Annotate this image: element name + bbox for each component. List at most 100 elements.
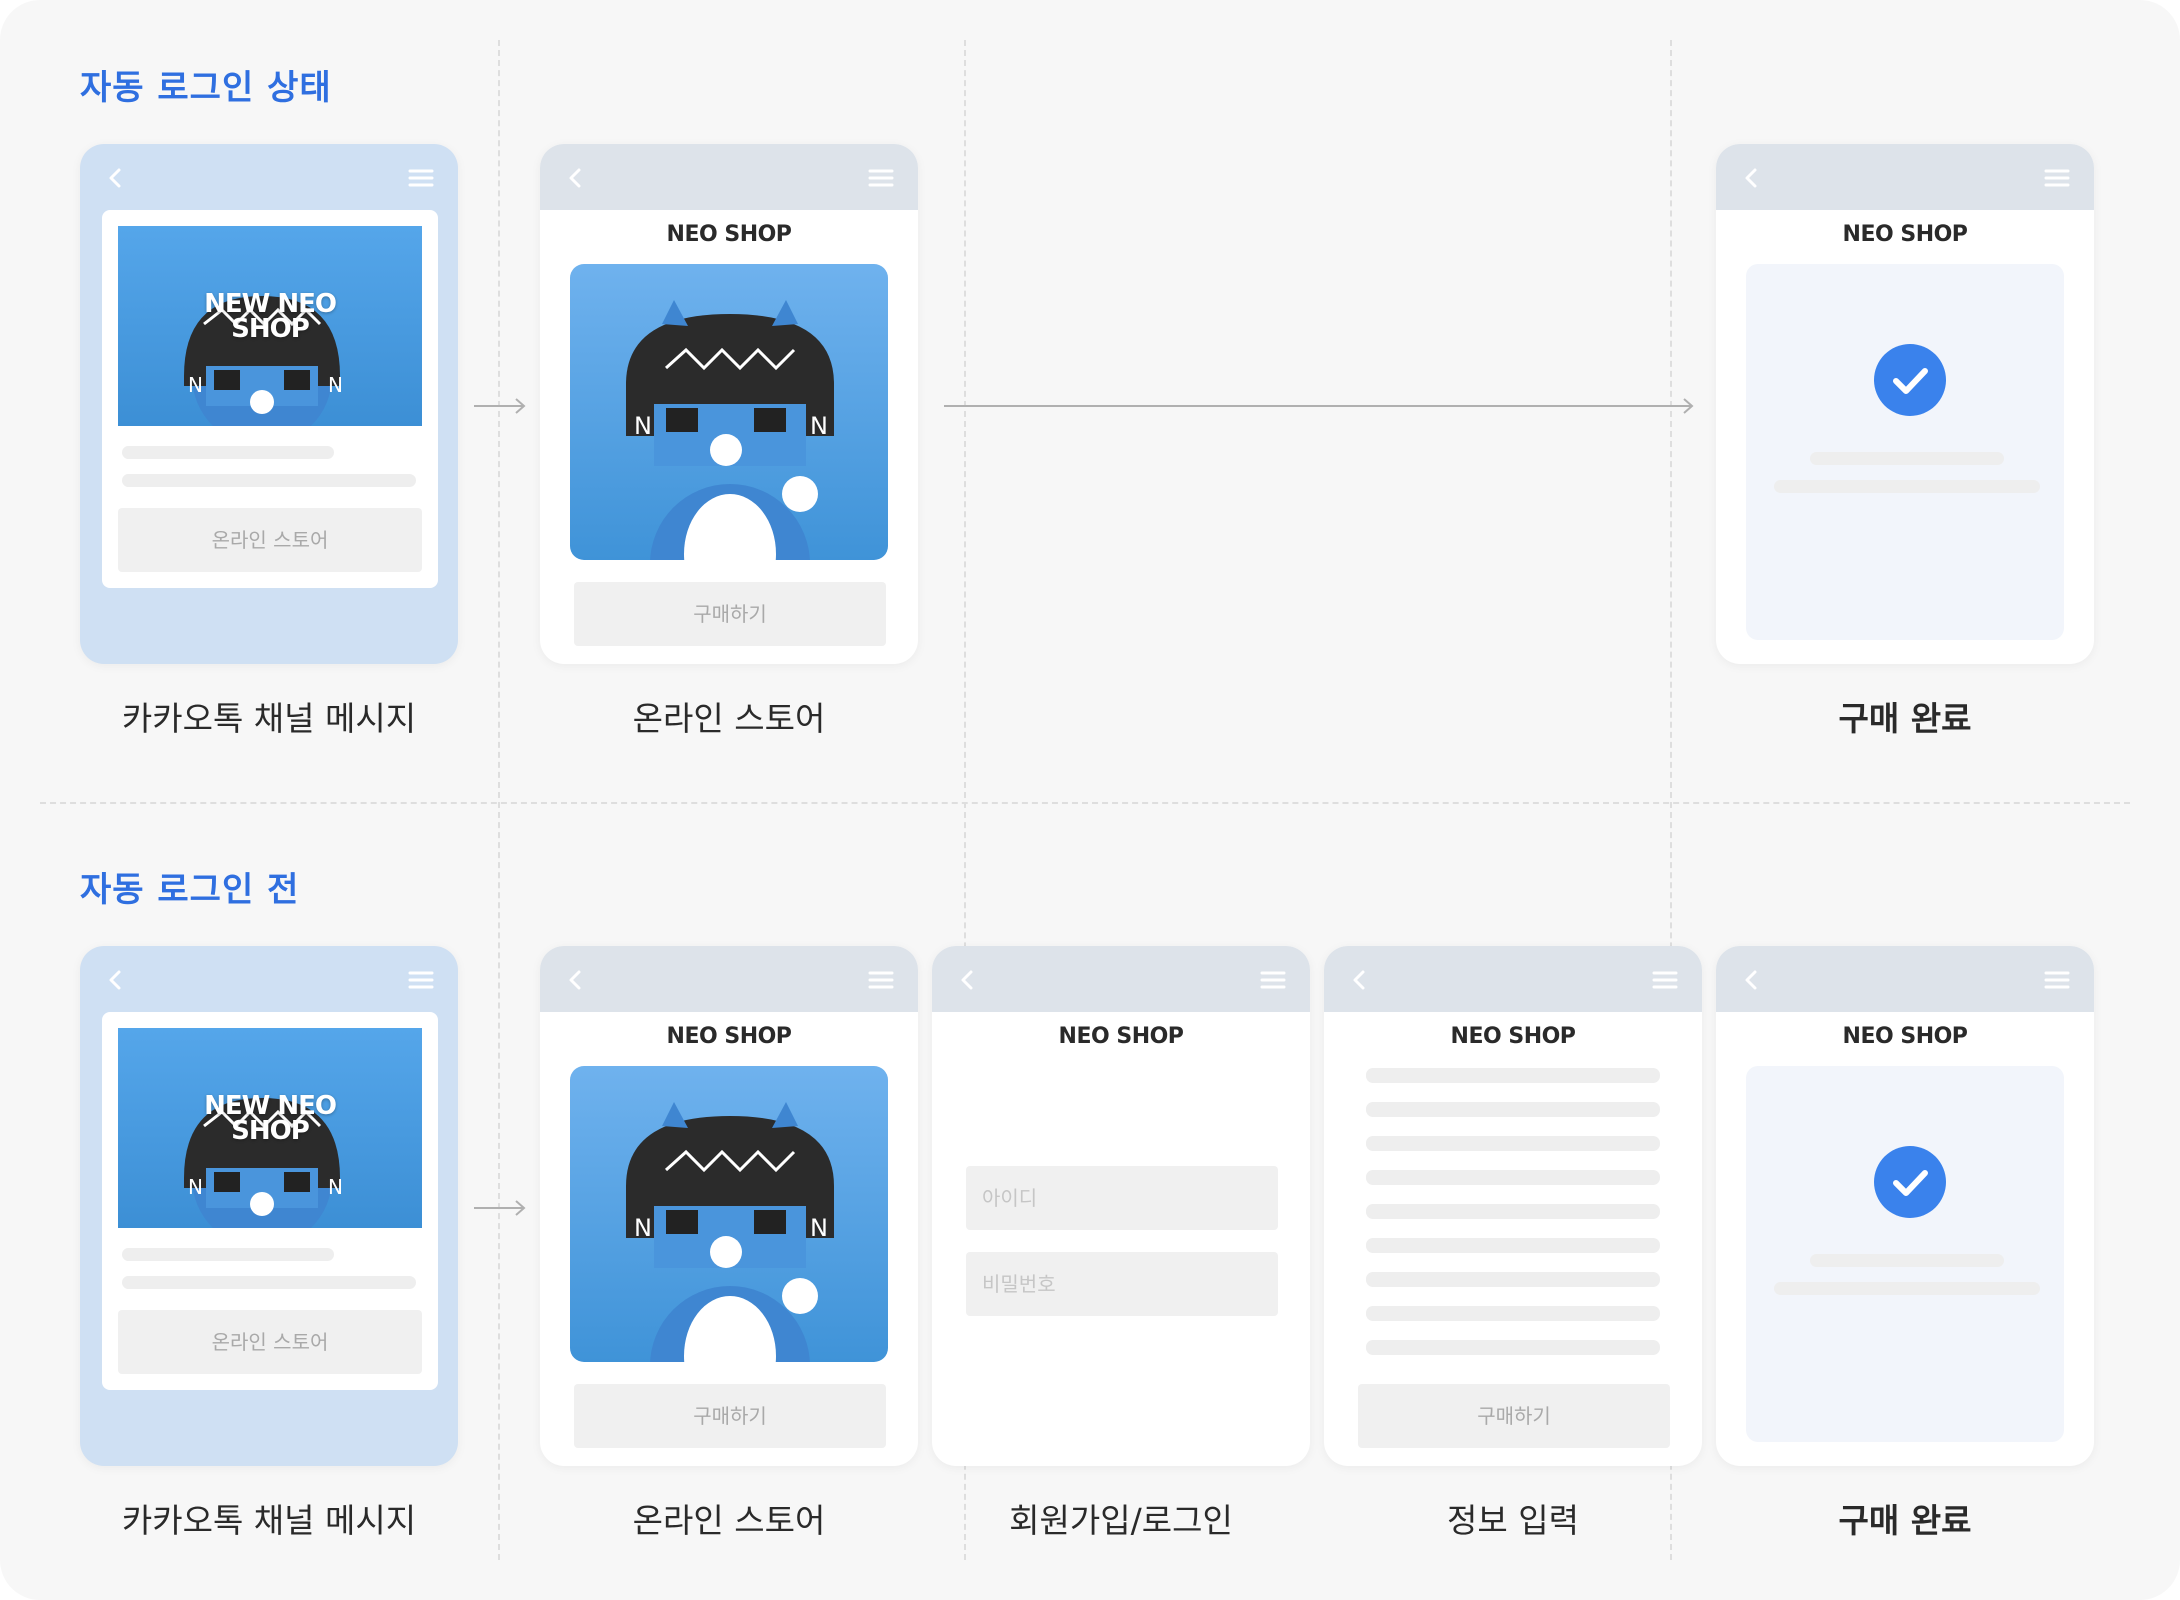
back-chevron-icon: [1745, 970, 1757, 990]
skeleton-line: [122, 1276, 416, 1289]
shop-name: NEO SHOP: [1058, 1024, 1184, 1049]
skeleton-line: [122, 1248, 334, 1261]
step-caption: 회원가입/로그인: [1009, 1501, 1233, 1540]
kakao-message-screen: NEW NEO SHOP N N 온라인 스토어: [80, 946, 458, 1466]
hamburger-menu-icon: [1652, 971, 1678, 989]
step-caption: 구매 완료: [1838, 1501, 1972, 1540]
back-chevron-icon: [569, 168, 581, 188]
svg-text:N: N: [188, 373, 203, 397]
skeleton-line: [1774, 1282, 2040, 1295]
svg-text:N: N: [328, 1175, 343, 1199]
kakao-banner-title: NEW NEO SHOP: [204, 1091, 337, 1146]
row-divider: [40, 802, 2130, 804]
buy-button[interactable]: 구매하기: [574, 582, 886, 646]
arrow-right-icon: [474, 1200, 526, 1216]
phone-header: [932, 946, 1310, 1012]
form-field-line: [1366, 1272, 1660, 1287]
form-field-line: [1366, 1340, 1660, 1355]
shop-name: NEO SHOP: [1842, 1024, 1968, 1049]
form-field-line: [1366, 1306, 1660, 1321]
info-input-screen: NEO SHOP 구매하기: [1324, 946, 1702, 1466]
svg-text:N: N: [634, 412, 652, 440]
shop-name: NEO SHOP: [1450, 1024, 1576, 1049]
online-store-screen: NEO SHOP N N 구매하기: [540, 946, 918, 1466]
kakao-message-card: NEW NEO SHOP N N 온라인 스토어: [102, 1012, 438, 1390]
form-field-line: [1366, 1136, 1660, 1151]
column-divider: [498, 40, 500, 1560]
step-caption: 온라인 스토어: [632, 699, 826, 738]
svg-text:N: N: [810, 412, 828, 440]
shop-name: NEO SHOP: [666, 222, 792, 247]
step-caption: 구매 완료: [1838, 699, 1972, 738]
hamburger-menu-icon: [2044, 169, 2070, 187]
kakao-banner-image: NEW NEO SHOP N N: [118, 226, 422, 426]
completion-panel: [1746, 264, 2064, 640]
back-chevron-icon: [1745, 168, 1757, 188]
skeleton-line: [1810, 452, 2004, 465]
phone-header: [80, 144, 458, 210]
svg-text:N: N: [810, 1214, 828, 1242]
phone-header: [1324, 946, 1702, 1012]
character-illustration: N N: [626, 1102, 834, 1362]
hamburger-menu-icon: [868, 169, 894, 187]
form-field-line: [1366, 1238, 1660, 1253]
phone-header: [1716, 144, 2094, 210]
back-chevron-icon: [109, 168, 121, 188]
check-circle-icon: [1874, 344, 1946, 416]
step-caption: 카카오톡 채널 메시지: [121, 699, 417, 738]
kakao-message-card: NEW NEO SHOP N N 온라인 스토어: [102, 210, 438, 588]
back-chevron-icon: [569, 970, 581, 990]
purchase-complete-screen: NEO SHOP: [1716, 946, 2094, 1466]
product-image: N N: [570, 1066, 888, 1362]
form-field-line: [1366, 1068, 1660, 1083]
phone-header: [540, 946, 918, 1012]
arrow-right-icon: [944, 398, 1694, 414]
row-title-auto-login: 자동 로그인 상태: [80, 68, 332, 108]
back-chevron-icon: [1353, 970, 1365, 990]
shop-name: NEO SHOP: [666, 1024, 792, 1049]
phone-header: [80, 946, 458, 1012]
hamburger-menu-icon: [2044, 971, 2070, 989]
back-chevron-icon: [961, 970, 973, 990]
online-store-button[interactable]: 온라인 스토어: [118, 1310, 422, 1374]
completion-panel: [1746, 1066, 2064, 1442]
shop-name: NEO SHOP: [1842, 222, 1968, 247]
flow-diagram: 자동 로그인 상태 NEW NEO SHOP N N 온라인 스토어 카카오톡 …: [0, 0, 2180, 1600]
skeleton-line: [122, 446, 334, 459]
kakao-banner-image: NEW NEO SHOP N N: [118, 1028, 422, 1228]
character-illustration: N N: [626, 300, 834, 560]
kakao-message-screen: NEW NEO SHOP N N 온라인 스토어: [80, 144, 458, 664]
hamburger-menu-icon: [868, 971, 894, 989]
skeleton-line: [1810, 1254, 2004, 1267]
online-store-button[interactable]: 온라인 스토어: [118, 508, 422, 572]
login-screen: NEO SHOP 아이디 비밀번호: [932, 946, 1310, 1466]
form-field-line: [1366, 1204, 1660, 1219]
form-field-line: [1366, 1170, 1660, 1185]
buy-button[interactable]: 구매하기: [1358, 1384, 1670, 1448]
svg-text:N: N: [188, 1175, 203, 1199]
form-field-line: [1366, 1102, 1660, 1117]
kakao-banner-title: NEW NEO SHOP: [204, 289, 337, 344]
id-field[interactable]: 아이디: [966, 1166, 1278, 1230]
online-store-screen: NEO SHOP N N 구매하기: [540, 144, 918, 664]
hamburger-menu-icon: [408, 169, 434, 187]
product-image: N N: [570, 264, 888, 560]
hamburger-menu-icon: [408, 971, 434, 989]
svg-text:N: N: [634, 1214, 652, 1242]
svg-text:N: N: [328, 373, 343, 397]
phone-header: [540, 144, 918, 210]
buy-button[interactable]: 구매하기: [574, 1384, 886, 1448]
skeleton-line: [1774, 480, 2040, 493]
password-field[interactable]: 비밀번호: [966, 1252, 1278, 1316]
step-caption: 온라인 스토어: [632, 1501, 826, 1540]
check-circle-icon: [1874, 1146, 1946, 1218]
row-title-before-auto-login: 자동 로그인 전: [80, 870, 300, 910]
phone-header: [1716, 946, 2094, 1012]
step-caption: 카카오톡 채널 메시지: [121, 1501, 417, 1540]
back-chevron-icon: [109, 970, 121, 990]
skeleton-line: [122, 474, 416, 487]
arrow-right-icon: [474, 398, 526, 414]
step-caption: 정보 입력: [1447, 1501, 1579, 1540]
hamburger-menu-icon: [1260, 971, 1286, 989]
purchase-complete-screen: NEO SHOP: [1716, 144, 2094, 664]
